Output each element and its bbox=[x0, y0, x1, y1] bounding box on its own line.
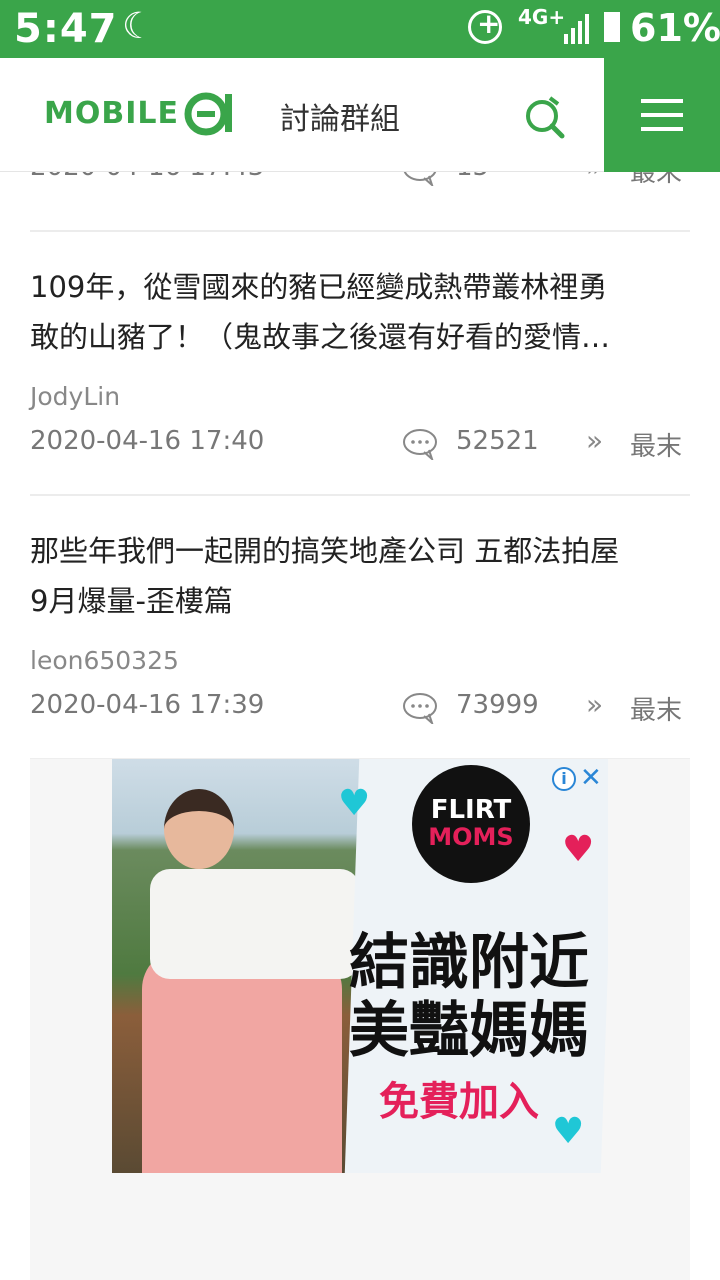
post-date: 2020-04-16 17:43 bbox=[30, 172, 264, 182]
status-bar: 5:47 ☾ 4G+ 61% bbox=[0, 0, 720, 58]
post-title-line[interactable]: 那些年我們一起開的搞笑地產公司 五都法拍屋 bbox=[30, 526, 690, 576]
hamburger-line bbox=[641, 113, 683, 117]
post-date: 2020-04-16 17:40 bbox=[30, 426, 265, 456]
brand-top: FLIRT bbox=[430, 795, 512, 825]
post-title-line[interactable]: 敢的山豬了！（鬼故事之後還有好看的愛情… bbox=[30, 312, 690, 362]
comment-icon bbox=[403, 172, 437, 186]
ad-photo-head bbox=[164, 789, 234, 869]
search-icon[interactable] bbox=[520, 94, 568, 142]
comment-icon bbox=[403, 693, 437, 724]
ad-headline-line: 結識附近 bbox=[349, 928, 589, 998]
ad-headline: 結識附近 美豔媽媽 bbox=[334, 929, 604, 1065]
do-not-disturb-icon: ☾ bbox=[122, 6, 155, 47]
advertisement[interactable]: FLIRT MOMS ♥ ♥ ♥ 結識附近 美豔媽媽 免費加入 i ✕ bbox=[30, 758, 690, 1280]
double-chevron-icon: » bbox=[586, 424, 604, 457]
ad-image[interactable]: FLIRT MOMS ♥ ♥ ♥ 結識附近 美豔媽媽 免費加入 i ✕ bbox=[112, 759, 608, 1173]
last-page-link[interactable]: 最末 bbox=[630, 172, 682, 189]
close-icon[interactable]: ✕ bbox=[580, 763, 604, 793]
status-time: 5:47 bbox=[14, 6, 118, 52]
mobile01-logo[interactable]: MOBILE bbox=[44, 88, 235, 138]
post-date: 2020-04-16 17:39 bbox=[30, 690, 265, 720]
post-author[interactable]: leon650325 bbox=[30, 646, 179, 675]
ad-photo-dress bbox=[142, 949, 342, 1173]
brand-bottom: MOMS bbox=[428, 823, 514, 851]
comment-icon bbox=[403, 429, 437, 460]
list-item-partial[interactable]: 2020-04-16 17:43 15 » 最末 bbox=[30, 172, 690, 202]
app-header: MOBILE 討論群組 bbox=[0, 58, 720, 172]
ad-photo bbox=[112, 759, 368, 1173]
heart-icon: ♥ bbox=[562, 829, 595, 870]
reply-count: 73999 bbox=[456, 690, 539, 720]
ad-photo-top bbox=[150, 869, 360, 979]
reply-count: 15 bbox=[456, 172, 489, 182]
double-chevron-icon: » bbox=[586, 688, 604, 721]
hamburger-line bbox=[641, 99, 683, 103]
double-chevron-icon: » bbox=[586, 172, 603, 183]
list-item[interactable]: 那些年我們一起開的搞笑地產公司 五都法拍屋 9月爆量-歪樓篇 leon65032… bbox=[30, 526, 690, 736]
ad-headline-line: 美豔媽媽 bbox=[349, 996, 589, 1066]
post-title-line[interactable]: 9月爆量-歪樓篇 bbox=[30, 576, 690, 626]
battery-percent: 61% bbox=[630, 6, 720, 50]
divider bbox=[30, 494, 690, 496]
data-saver-icon bbox=[468, 7, 502, 44]
hamburger-line bbox=[641, 127, 683, 131]
list-item[interactable]: 109年，從雪國來的豬已經變成熱帶叢林裡勇 敢的山豬了！（鬼故事之後還有好看的愛… bbox=[30, 262, 690, 472]
post-author[interactable]: JodyLin bbox=[30, 382, 120, 411]
last-page-link[interactable]: 最末 bbox=[630, 690, 682, 727]
menu-button[interactable] bbox=[604, 58, 720, 172]
last-page-link[interactable]: 最末 bbox=[630, 426, 682, 463]
signal-icon bbox=[564, 14, 589, 44]
page-title: 討論群組 bbox=[280, 102, 400, 137]
network-type: 4G+ bbox=[518, 5, 566, 29]
flirt-moms-logo: FLIRT MOMS bbox=[412, 765, 530, 883]
logo-mark-icon bbox=[184, 92, 232, 136]
logo-text: MOBILE bbox=[44, 95, 179, 131]
post-title-line[interactable]: 109年，從雪國來的豬已經變成熱帶叢林裡勇 bbox=[30, 262, 690, 312]
heart-icon: ♥ bbox=[338, 783, 371, 824]
battery-icon bbox=[604, 12, 620, 42]
ad-cta[interactable]: 免費加入 bbox=[344, 1069, 574, 1127]
reply-count: 52521 bbox=[456, 426, 539, 456]
divider bbox=[30, 230, 690, 232]
adchoices-icon[interactable]: i bbox=[552, 767, 576, 791]
